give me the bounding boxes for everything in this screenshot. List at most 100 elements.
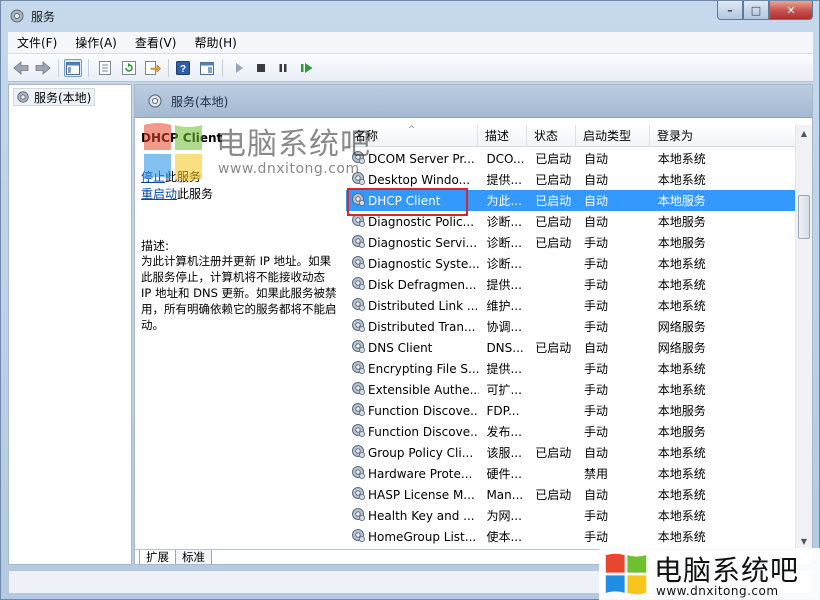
vertical-scrollbar[interactable]: ▲ ▼ [795, 125, 812, 549]
service-description-cell: FDP... [486, 403, 520, 418]
show-action-pane-button[interactable] [198, 59, 216, 77]
action-pane-icon [200, 61, 214, 75]
service-startup-cell: 禁用 [584, 467, 609, 481]
close-button[interactable]: ✕ [769, 1, 813, 20]
service-row[interactable]: Extensible Authe... 可扩... 手动 本地系统 [346, 379, 796, 400]
service-logon-cell: 本地服务 [657, 215, 706, 229]
tab-standard[interactable]: 标准 [175, 550, 212, 564]
menu-view[interactable]: 查看(V) [126, 32, 186, 54]
window-title: 服务 [31, 10, 56, 24]
sort-ascending-icon: ^ [408, 125, 416, 135]
column-status[interactable]: 状态 [527, 125, 576, 147]
service-name-cell: Encrypting File S... [368, 361, 480, 376]
service-startup-cell: 手动 [584, 278, 609, 292]
service-row[interactable]: Diagnostic Polic... 诊断... 已启动 自动 本地服务 [346, 211, 796, 232]
service-name-cell: Disk Defragmen... [368, 277, 477, 292]
refresh-icon [122, 61, 136, 75]
service-logon-cell: 本地系统 [657, 257, 706, 271]
selected-service-name: DHCP Client [141, 131, 223, 145]
service-logon-cell: 本地系统 [657, 383, 706, 397]
service-name-cell: Function Discove... [368, 403, 480, 418]
service-status-cell: 已启动 [535, 341, 572, 355]
refresh-button[interactable] [120, 59, 138, 77]
service-row[interactable]: Encrypting File S... 提供... 手动 本地系统 [346, 358, 796, 379]
restart-service-link[interactable]: 重启动 [141, 187, 177, 201]
service-row[interactable]: HomeGroup List... 使本... 手动 本地系统 [346, 526, 796, 547]
scroll-up-icon[interactable]: ▲ [796, 125, 812, 141]
service-row[interactable]: Desktop Windo... 提供... 已启动 自动 本地系统 [346, 169, 796, 190]
menu-action[interactable]: 操作(A) [66, 32, 126, 54]
service-name-cell: DNS Client [368, 340, 433, 355]
forward-button[interactable] [34, 59, 52, 77]
service-gear-icon [350, 506, 366, 525]
show-hide-tree-button[interactable] [64, 59, 82, 77]
service-description-cell: 提供... [486, 173, 522, 187]
service-logon-cell: 网络服务 [657, 320, 706, 334]
service-logon-cell: 本地系统 [657, 278, 706, 292]
corner-watermark-brand: 电脑系统吧 [654, 554, 800, 587]
title-bar[interactable]: 服务 – □ ✕ [1, 1, 819, 31]
service-startup-cell: 手动 [584, 404, 609, 418]
column-description[interactable]: 描述 [478, 125, 527, 147]
service-gear-icon [350, 485, 366, 504]
service-row[interactable]: Diagnostic Syste... 诊断... 手动 本地系统 [346, 253, 796, 274]
service-name-cell: Desktop Windo... [368, 172, 471, 187]
service-row[interactable]: Group Policy Cli... 该服... 已启动 自动 本地系统 [346, 442, 796, 463]
service-startup-cell: 自动 [584, 488, 609, 502]
help-button[interactable]: ? [174, 59, 192, 77]
export-list-button[interactable] [144, 59, 162, 77]
service-description-cell: 发布... [486, 425, 522, 439]
stop-service-suffix: 此服务 [165, 170, 202, 184]
stop-service-link[interactable]: 停止 [141, 170, 165, 184]
service-startup-cell: 自动 [584, 152, 609, 166]
scroll-down-icon[interactable]: ▼ [796, 533, 812, 549]
restart-service-button[interactable] [298, 59, 316, 77]
service-description-cell: 该服... [486, 446, 522, 460]
service-row[interactable]: DHCP Client 为此... 已启动 自动 本地服务 [346, 190, 796, 211]
properties-button[interactable] [96, 59, 114, 77]
minimize-button[interactable]: – [717, 1, 743, 20]
service-gear-icon [350, 191, 366, 210]
menu-help[interactable]: 帮助(H) [185, 32, 245, 54]
service-status-cell: 已启动 [535, 446, 572, 460]
service-description-cell: Man... [486, 487, 524, 502]
service-gear-icon [350, 338, 366, 357]
service-row[interactable]: Diagnostic Servi... 诊断... 已启动 手动 本地服务 [346, 232, 796, 253]
back-button[interactable] [12, 59, 30, 77]
service-row[interactable]: Function Discove... 发布... 手动 本地服务 [346, 421, 796, 442]
panel-title: 服务(本地) [171, 95, 229, 109]
pause-service-button[interactable] [274, 59, 292, 77]
scroll-thumb[interactable] [798, 195, 810, 239]
services-gear-icon [148, 94, 162, 108]
column-log-on-as[interactable]: 登录为 [650, 125, 796, 147]
column-name[interactable]: ^ 名称 [346, 125, 478, 147]
restart-service-suffix: 此服务 [177, 187, 214, 201]
start-service-button[interactable] [230, 59, 248, 77]
service-row[interactable]: Distributed Tran... 协调... 手动 网络服务 [346, 316, 796, 337]
service-row[interactable]: Function Discove... FDP... 手动 本地服务 [346, 400, 796, 421]
tab-extended[interactable]: 扩展 [139, 550, 176, 564]
column-startup-type[interactable]: 启动类型 [576, 125, 650, 147]
service-logon-cell: 本地服务 [657, 194, 706, 208]
stop-service-button[interactable] [252, 59, 270, 77]
service-row[interactable]: Distributed Link ... 维护... 手动 本地系统 [346, 295, 796, 316]
service-row[interactable]: DCOM Server Pr... DCO... 已启动 自动 本地系统 [346, 148, 796, 169]
service-row[interactable]: DNS Client DNS... 已启动 自动 网络服务 [346, 337, 796, 358]
service-row[interactable]: Health Key and ... 为网... 手动 本地系统 [346, 505, 796, 526]
service-description-cell: 使本... [486, 530, 522, 544]
service-gear-icon [350, 359, 366, 378]
menu-file[interactable]: 文件(F) [8, 32, 66, 54]
maximize-button[interactable]: □ [743, 1, 769, 20]
service-row[interactable]: Hardware Prote... 硬件... 禁用 本地系统 [346, 463, 796, 484]
column-header-row: ^ 名称 描述 状态 启动类型 登录为 [346, 125, 796, 147]
tree-node-services-local[interactable]: 服务(本地) [13, 88, 96, 106]
service-startup-cell: 自动 [584, 341, 609, 355]
service-status-cell: 已启动 [535, 152, 572, 166]
service-detail-pane: DHCP Client 停止此服务 重启动此服务 描述: 为此计算机注册并更新 … [135, 119, 341, 549]
service-description-cell: 维护... [486, 299, 522, 313]
service-logon-cell: 本地系统 [657, 467, 706, 481]
service-logon-cell: 本地系统 [657, 299, 706, 313]
service-row[interactable]: HASP License M... Man... 已启动 自动 本地系统 [346, 484, 796, 505]
toolbar-separator [222, 59, 223, 77]
service-row[interactable]: Disk Defragmen... 提供... 手动 本地系统 [346, 274, 796, 295]
